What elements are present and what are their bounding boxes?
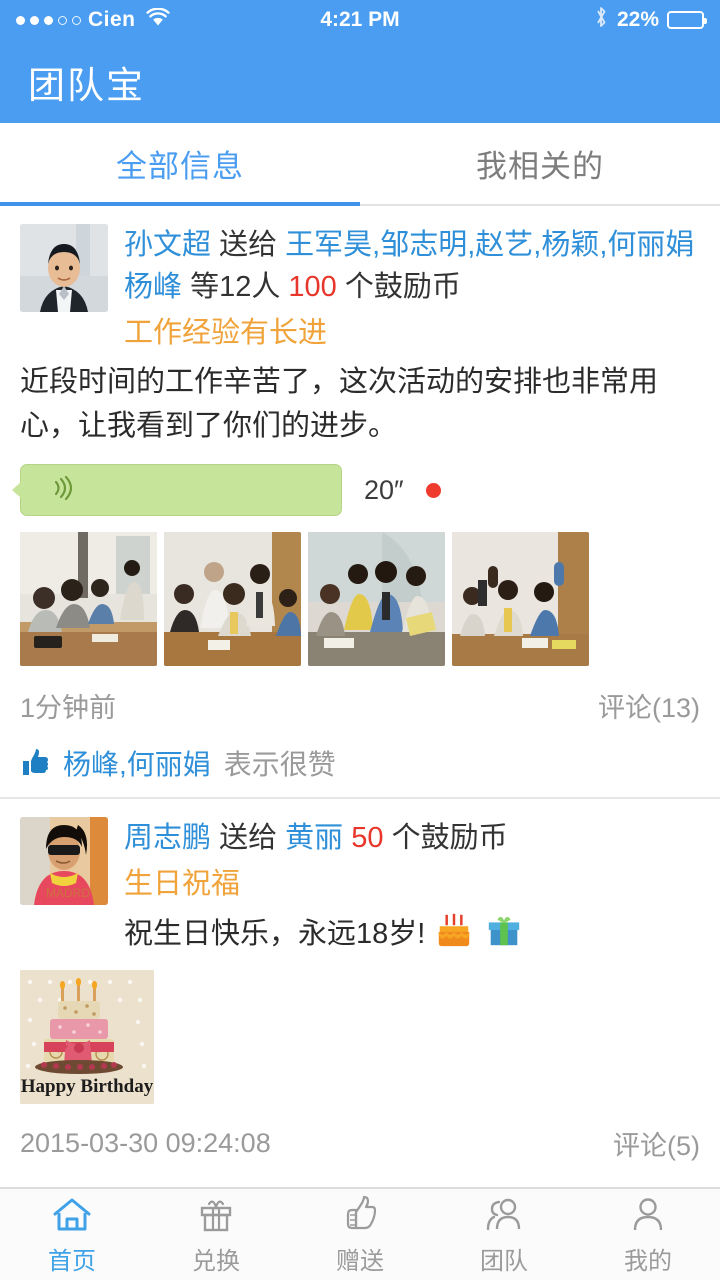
gift-icon: [200, 1200, 232, 1232]
tabbar-item-exchange-label: 兑换: [192, 1248, 240, 1275]
feed-list: 孙文超 送给 王军昊,邹志明,赵艺,杨颖,何丽娟杨峰 等12人 100 个鼓励币…: [0, 206, 720, 1237]
tabbar-item-home-label: 首页: [48, 1248, 96, 1275]
post-like-suffix: 表示很赞: [223, 749, 336, 780]
post-content-row: 祝生日快乐，永远18岁!: [124, 911, 700, 956]
voice-message-bubble[interactable]: [12, 464, 342, 516]
sound-wave-icon: [47, 473, 77, 508]
post-comments-count[interactable]: 评论(13): [598, 686, 700, 725]
thumbs-up-icon[interactable]: [20, 748, 50, 778]
post-comments-count[interactable]: 评论(5): [613, 1124, 700, 1163]
bluetooth-icon: [593, 5, 609, 35]
post-like-names[interactable]: 杨峰,何丽娟: [63, 743, 211, 783]
status-bar-right: 22%: [593, 5, 707, 35]
post-currency-unit: 个鼓励币: [391, 822, 508, 854]
gift-box-emoji: [489, 916, 520, 946]
thumbs-up-outline-icon: [346, 1195, 377, 1230]
tab-all-messages-label: 全部信息: [116, 149, 244, 184]
battery-icon: [667, 11, 707, 29]
post-body: 孙文超 送给 王军昊,邹志明,赵艺,杨颖,何丽娟杨峰 等12人 100 个鼓励币…: [124, 224, 700, 356]
tabbar-item-give-label: 赠送: [336, 1248, 384, 1275]
person-icon: [633, 1198, 663, 1231]
post-amount: 100: [288, 271, 337, 303]
status-bar: Cien 4:21 PM 22%: [0, 0, 720, 40]
post-top: MADRD 周志鹏 送给 黄丽 50 个鼓励币 生日祝福 祝生日快乐，永远18岁…: [20, 817, 700, 956]
post-likes-row: 杨峰,何丽娟 表示很赞: [20, 743, 700, 783]
tab-all-messages[interactable]: 全部信息: [0, 123, 360, 206]
post-action: 送给: [219, 229, 278, 261]
tabbar-item-mine[interactable]: 我的: [576, 1189, 720, 1280]
home-icon: [53, 1198, 91, 1231]
voice-duration: 20″: [364, 474, 404, 505]
post-timestamp: 1分钟前: [20, 693, 117, 723]
post-photo[interactable]: [308, 532, 445, 666]
tabbar-item-give[interactable]: 赠送: [288, 1189, 432, 1280]
post-photo[interactable]: [452, 532, 589, 666]
segment-tabs: 全部信息 我相关的: [0, 123, 720, 206]
tabbar-item-team-label: 团队: [480, 1248, 528, 1275]
birthday-cake-emoji: [439, 913, 470, 947]
post-sender[interactable]: 孙文超: [124, 229, 211, 261]
post-tag: 工作经验有长进: [124, 317, 328, 349]
feed-post[interactable]: 孙文超 送给 王军昊,邹志明,赵艺,杨颖,何丽娟杨峰 等12人 100 个鼓励币…: [0, 206, 720, 799]
post-content: 近段时间的工作辛苦了，这次活动的安排也非常用心，让我看到了你们的进步。: [20, 366, 659, 442]
post-meta: 2015-03-30 09:24:08 评论(5): [20, 1124, 700, 1163]
post-amount: 50: [351, 822, 384, 854]
avatar[interactable]: MADRD: [20, 817, 108, 905]
signal-strength-dots: [16, 15, 81, 25]
carrier-label: Cien: [88, 8, 136, 31]
photo-grid: [20, 532, 700, 666]
people-icon: [486, 1198, 521, 1231]
post-content: 祝生日快乐，永远18岁!: [124, 918, 426, 950]
navigation-bar: 团队宝: [0, 40, 720, 123]
post-action: 送给: [219, 822, 278, 854]
tabbar-item-exchange[interactable]: 兑换: [144, 1189, 288, 1280]
post-photo[interactable]: [20, 532, 157, 666]
page-title: 团队宝: [28, 64, 145, 106]
avatar[interactable]: [20, 224, 108, 312]
post-others-count: 等12人: [190, 271, 281, 303]
battery-percent-label: 22%: [616, 8, 659, 31]
post-meta: 1分钟前 评论(13): [20, 686, 700, 725]
happy-birthday-card[interactable]: Happy Birthday: [20, 970, 154, 1104]
voice-message-row: 20″: [12, 464, 700, 516]
post-timestamp: 2015-03-30 09:24:08: [20, 1128, 271, 1158]
post-headline: 周志鹏 送给 黄丽 50 个鼓励币: [124, 817, 700, 859]
svg-text:MADRD: MADRD: [46, 886, 90, 900]
tabbar-item-home[interactable]: 首页: [0, 1189, 144, 1280]
voice-unread-dot: [425, 482, 441, 498]
tab-related-to-me[interactable]: 我相关的: [360, 123, 720, 204]
bottom-tab-bar: 首页 兑换 赠送 团队 我的: [0, 1187, 720, 1280]
post-headline: 孙文超 送给 王军昊,邹志明,赵艺,杨颖,何丽娟杨峰 等12人 100 个鼓励币: [124, 224, 700, 308]
feed-post[interactable]: MADRD 周志鹏 送给 黄丽 50 个鼓励币 生日祝福 祝生日快乐，永远18岁…: [0, 799, 720, 1237]
svg-text:Happy Birthday: Happy Birthday: [21, 1076, 154, 1097]
post-currency-unit: 个鼓励币: [344, 271, 461, 303]
post-top: 孙文超 送给 王军昊,邹志明,赵艺,杨颖,何丽娟杨峰 等12人 100 个鼓励币…: [20, 224, 700, 356]
post-body: 周志鹏 送给 黄丽 50 个鼓励币 生日祝福 祝生日快乐，永远18岁!: [124, 817, 700, 956]
tabbar-item-mine-label: 我的: [624, 1248, 672, 1275]
post-tag: 生日祝福: [124, 868, 241, 900]
wifi-icon: [145, 7, 170, 33]
tab-related-to-me-label: 我相关的: [476, 149, 604, 184]
post-sender[interactable]: 周志鹏: [124, 822, 211, 854]
post-photo[interactable]: [164, 532, 301, 666]
status-bar-left: Cien: [16, 7, 170, 33]
post-recipients[interactable]: 黄丽: [285, 822, 343, 854]
tabbar-item-team[interactable]: 团队: [432, 1189, 576, 1280]
